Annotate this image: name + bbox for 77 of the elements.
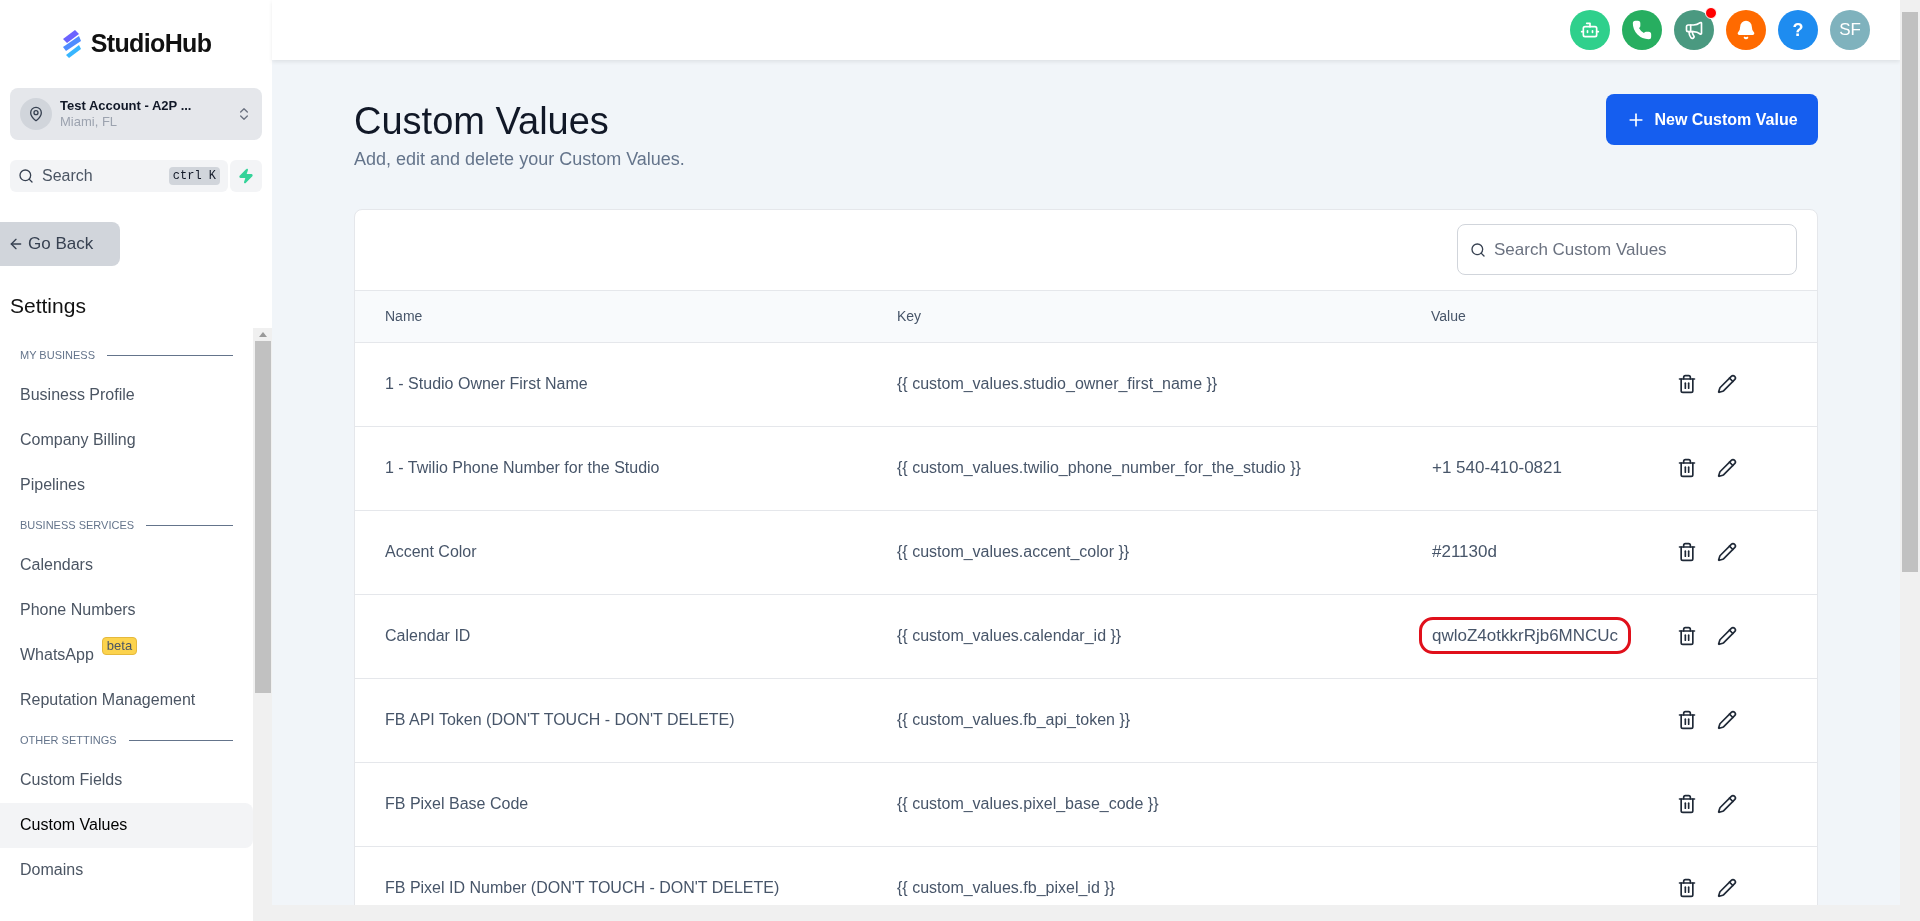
search-icon — [18, 168, 34, 184]
brand-name: StudioHub — [90, 28, 212, 60]
delete-button[interactable] — [1677, 710, 1697, 730]
key-cell-text: {{ custom_values.accent_color }} — [897, 542, 1131, 562]
nav-item[interactable]: Custom Values — [0, 802, 253, 848]
robot-icon — [1580, 20, 1600, 40]
delete-button[interactable] — [1677, 458, 1697, 478]
logo-icon — [60, 29, 83, 59]
key-cell-text: {{ custom_values.pixel_base_code }} — [897, 794, 1160, 814]
key-cell-text: {{ custom_values.fb_pixel_id }} — [897, 878, 1116, 898]
edit-button[interactable] — [1717, 794, 1737, 814]
table-search-field[interactable]: Search Custom Values — [1457, 224, 1797, 275]
nav-item[interactable]: WhatsApp beta — [0, 632, 253, 678]
key-cell-text: {{ custom_values.fb_api_token }} — [897, 710, 1132, 730]
megaphone-button[interactable] — [1674, 10, 1714, 50]
delete-button[interactable] — [1677, 542, 1697, 562]
value-cell: qwloZ4otkkrRjb6MNCUc — [1419, 617, 1632, 655]
key-cell-text: {{ custom_values.calendar_id }} — [897, 626, 1123, 646]
account-switcher[interactable]: Test Account - A2P ... Miami, FL — [10, 88, 262, 140]
sidebar-scrollbar[interactable] — [253, 327, 272, 921]
nav-item[interactable]: Phone Numbers — [0, 587, 253, 633]
search-input[interactable]: Search Custom Values — [1494, 236, 1784, 263]
go-back-button[interactable]: Go Back — [0, 222, 120, 266]
name-cell-text: 1 - Studio Owner First Name — [385, 374, 589, 394]
delete-button[interactable] — [1677, 626, 1697, 646]
edit-button[interactable] — [1717, 458, 1737, 478]
column-header: Key — [897, 306, 923, 326]
name-cell-text: FB Pixel Base Code — [385, 794, 530, 814]
page-scrollbar[interactable] — [1900, 0, 1920, 921]
arrow-left-icon — [8, 236, 24, 252]
settings-heading: Settings — [10, 293, 87, 319]
megaphone-icon — [1684, 20, 1704, 40]
beta-badge: beta — [101, 636, 138, 656]
edit-button[interactable] — [1717, 710, 1737, 730]
delete-button[interactable] — [1677, 374, 1697, 394]
nav-item[interactable]: Business Profile — [0, 372, 253, 418]
section-label: BUSINESS SERVICES — [20, 517, 135, 533]
name-cell-text: Calendar ID — [385, 626, 472, 646]
phone-button[interactable] — [1622, 10, 1662, 50]
name-cell-text: FB API Token (DON'T TOUCH - DON'T DELETE) — [385, 710, 736, 730]
name-cell-text: Accent Color — [385, 542, 478, 562]
bell-button[interactable] — [1726, 10, 1766, 50]
lightning-icon — [238, 168, 254, 184]
delete-button[interactable] — [1677, 878, 1697, 898]
location-icon — [28, 106, 44, 122]
edit-button[interactable] — [1717, 626, 1737, 646]
key-cell-text: {{ custom_values.twilio_phone_number_for_the_studio }} — [897, 458, 1302, 478]
section-label: MY BUSINESS — [20, 347, 95, 363]
key-cell-text: {{ custom_values.studio_owner_first_name }} — [897, 374, 1219, 394]
nav-item[interactable]: Calendars — [0, 542, 253, 588]
nav-item[interactable]: Company Billing — [0, 417, 253, 463]
sidebar-search-field[interactable]: Search ctrl K — [10, 160, 228, 192]
column-header: Name — [385, 306, 424, 326]
page-title: Custom Values — [354, 99, 610, 144]
shortcut-key: ctrl K — [168, 167, 220, 185]
edit-button[interactable] — [1717, 542, 1737, 562]
nav-item[interactable]: Domains — [0, 847, 253, 893]
search-input[interactable]: Search — [42, 164, 161, 188]
account-location: Miami, FL — [60, 114, 118, 131]
account-name: Test Account - A2P ... — [60, 97, 192, 114]
value-cell-text: #21130d — [1431, 541, 1498, 564]
search-icon — [1470, 241, 1486, 258]
bell-icon — [1736, 20, 1756, 40]
edit-button[interactable] — [1717, 878, 1737, 898]
nav-item[interactable]: Reputation Management — [0, 677, 253, 723]
section-label: OTHER SETTINGS — [20, 732, 117, 748]
value-cell-text: +1 540-410-0821 — [1431, 457, 1563, 480]
name-cell-text: FB Pixel ID Number (DON'T TOUCH - DON'T DELETE) — [385, 878, 781, 898]
column-header: Value — [1431, 306, 1467, 326]
name-cell-text: 1 - Twilio Phone Number for the Studio — [385, 458, 661, 478]
phone-icon — [1632, 20, 1652, 40]
delete-button[interactable] — [1677, 794, 1697, 814]
nav-item[interactable]: Pipelines — [0, 462, 253, 508]
new-custom-value-button[interactable]: New Custom Value — [1606, 94, 1818, 145]
edit-button[interactable] — [1717, 374, 1737, 394]
nav-item[interactable]: Custom Fields — [0, 757, 253, 803]
page-subtitle: Add, edit and delete your Custom Values. — [354, 147, 685, 171]
